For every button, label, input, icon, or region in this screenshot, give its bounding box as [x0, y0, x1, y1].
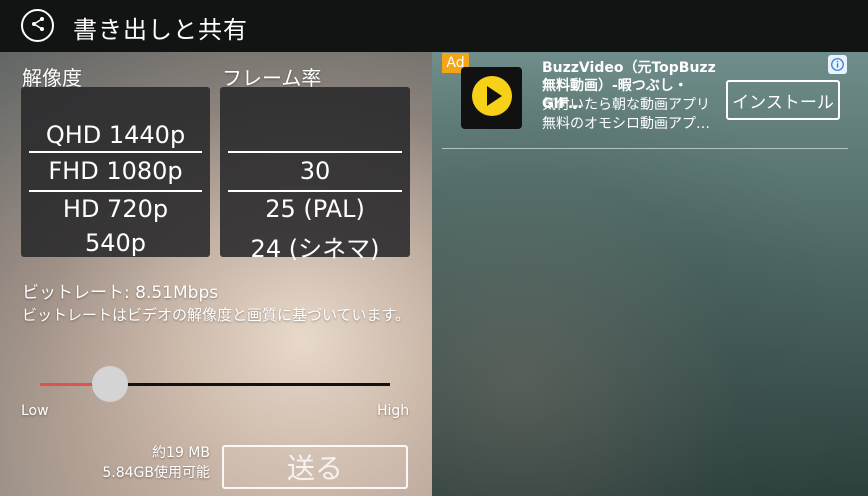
selection-line-top — [228, 151, 402, 153]
resolution-option-qhd[interactable]: QHD 1440p — [21, 121, 210, 149]
estimated-size: 約19 MB — [152, 445, 210, 461]
ad-description: 気付いたら朝な動画アプリ無料のオモシロ動画アプ… — [542, 97, 710, 132]
install-button[interactable]: インストール — [726, 80, 840, 120]
available-storage: 5.84GB使用可能 — [102, 465, 210, 481]
slider-fill — [40, 383, 92, 386]
slider-high-label: High — [377, 403, 410, 419]
ad-divider — [442, 148, 848, 149]
selection-line-top — [29, 151, 202, 153]
size-info: 約19 MB 5.84GB使用可能 — [102, 443, 210, 483]
resolution-option-fhd[interactable]: FHD 1080p — [21, 157, 210, 185]
resolution-option-hd[interactable]: HD 720p — [21, 195, 210, 223]
info-icon[interactable] — [828, 55, 847, 74]
page-title: 書き出しと共有 — [73, 16, 248, 44]
top-bar: 書き出しと共有 — [0, 0, 868, 52]
resolution-option-540p[interactable]: 540p — [21, 229, 210, 257]
framerate-option-24[interactable]: 24 (シネマ) — [220, 229, 410, 264]
bitrate-value: ビットレート: 8.51Mbps — [22, 283, 219, 303]
send-button[interactable]: 送る — [222, 445, 408, 489]
selection-line-bottom — [228, 190, 402, 192]
slider-low-label: Low — [21, 403, 49, 419]
back-button[interactable] — [21, 9, 54, 42]
play-icon — [470, 74, 514, 122]
slider-thumb[interactable] — [92, 366, 128, 402]
bitrate-description: ビットレートはビデオの解像度と画質に基づいています。 — [22, 306, 411, 324]
framerate-picker[interactable]: 30 25 (PAL) 24 (シネマ) — [220, 87, 410, 263]
share-back-icon — [30, 16, 46, 36]
selection-line-bottom — [29, 190, 202, 192]
bitrate-slider[interactable] — [40, 366, 390, 402]
ad-app-icon[interactable] — [461, 67, 522, 129]
framerate-option-30[interactable]: 30 — [220, 157, 410, 185]
resolution-picker[interactable]: QHD 1440p FHD 1080p HD 720p 540p — [21, 87, 210, 257]
framerate-option-25[interactable]: 25 (PAL) — [220, 195, 410, 223]
